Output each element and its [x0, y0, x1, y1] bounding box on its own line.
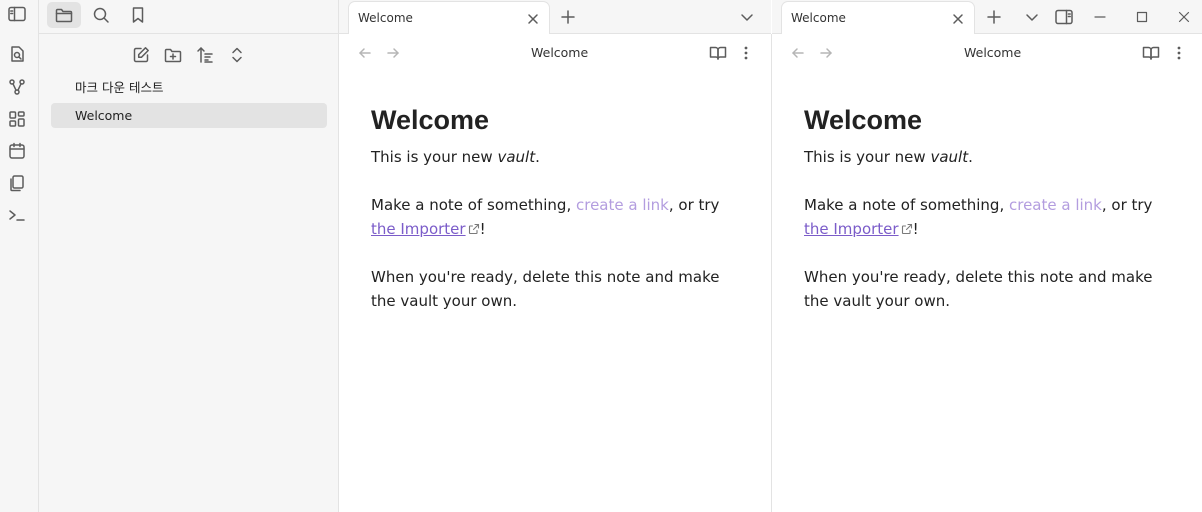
- more-vertical-icon: [1176, 45, 1182, 61]
- search-tab[interactable]: [84, 2, 118, 28]
- view-title[interactable]: Welcome: [531, 45, 588, 60]
- sort-button[interactable]: [193, 43, 217, 67]
- book-open-icon: [1142, 45, 1160, 61]
- collapse-icon: [229, 46, 245, 64]
- forward-button[interactable]: [383, 43, 403, 63]
- tab-list-button[interactable]: [736, 6, 758, 28]
- note-content[interactable]: Welcome This is your new vault. Make a n…: [804, 102, 1174, 337]
- note-heading: Welcome: [371, 105, 490, 135]
- collapse-all-button[interactable]: [225, 43, 249, 67]
- sidebar-header: [39, 0, 339, 34]
- file-item[interactable]: 마크 다운 테스트: [51, 75, 327, 100]
- reading-view-button[interactable]: [708, 43, 728, 63]
- command-palette-icon[interactable]: [6, 204, 28, 226]
- graph-view-icon[interactable]: [6, 76, 28, 98]
- note-paragraph: When you're ready, delete this note and …: [804, 268, 1153, 310]
- note-paragraph: This is your new vault.: [371, 148, 540, 166]
- tab-title: Welcome: [358, 11, 413, 25]
- close-tab-button[interactable]: [950, 11, 966, 27]
- note-content[interactable]: Welcome This is your new vault. Make a n…: [371, 102, 741, 337]
- files-tab[interactable]: [47, 2, 81, 28]
- maximize-button[interactable]: [1131, 6, 1153, 28]
- close-tab-button[interactable]: [525, 11, 541, 27]
- templates-icon[interactable]: [6, 172, 28, 194]
- right-tab-strip: Welcome: [772, 0, 1202, 35]
- view-header: Welcome: [339, 34, 771, 71]
- ribbon: [0, 0, 39, 512]
- forward-button[interactable]: [816, 43, 836, 63]
- external-link[interactable]: the Importer: [804, 220, 899, 238]
- new-tab-button[interactable]: [983, 6, 1005, 28]
- files-icon: [55, 7, 73, 23]
- view-title[interactable]: Welcome: [964, 45, 1021, 60]
- sidebar-right-icon: [1055, 9, 1073, 25]
- bookmarks-tab[interactable]: [121, 2, 155, 28]
- external-link[interactable]: the Importer: [371, 220, 466, 238]
- right-editor-pane: Welcome Welcome This is your new vault. …: [772, 34, 1202, 512]
- external-link-icon: [468, 223, 480, 235]
- open-quick-switcher-icon[interactable]: [6, 43, 28, 65]
- plus-icon: [561, 10, 575, 24]
- new-note-button[interactable]: [129, 43, 153, 67]
- minimize-button[interactable]: [1089, 6, 1111, 28]
- bookmarks-icon: [130, 6, 146, 24]
- more-options-button[interactable]: [736, 43, 756, 63]
- sort-icon: [196, 46, 214, 64]
- back-button[interactable]: [788, 43, 808, 63]
- back-button[interactable]: [355, 43, 375, 63]
- arrow-right-icon: [819, 46, 833, 60]
- arrow-left-icon: [791, 46, 805, 60]
- new-note-icon: [132, 46, 150, 64]
- reading-view-button[interactable]: [1141, 43, 1161, 63]
- new-tab-button[interactable]: [557, 6, 579, 28]
- tab-welcome-left[interactable]: Welcome: [348, 1, 550, 35]
- tab-list-button[interactable]: [1021, 6, 1043, 28]
- internal-link[interactable]: create a link: [1009, 196, 1102, 214]
- internal-link[interactable]: create a link: [576, 196, 669, 214]
- minimize-icon: [1094, 11, 1106, 23]
- view-header: Welcome: [772, 34, 1202, 71]
- external-link-icon: [901, 223, 913, 235]
- note-paragraph: When you're ready, delete this note and …: [371, 268, 720, 310]
- more-options-button[interactable]: [1169, 43, 1189, 63]
- close-icon: [1178, 11, 1190, 23]
- note-paragraph: Make a note of something, create a link,…: [371, 196, 720, 238]
- plus-icon: [987, 10, 1001, 24]
- file-item-active[interactable]: Welcome: [51, 103, 327, 128]
- chevron-down-icon: [740, 10, 754, 24]
- tab-title: Welcome: [791, 11, 846, 25]
- note-paragraph: This is your new vault.: [804, 148, 973, 166]
- note-paragraph: Make a note of something, create a link,…: [804, 196, 1153, 238]
- arrow-right-icon: [386, 46, 400, 60]
- note-heading: Welcome: [804, 105, 923, 135]
- right-sidebar-toggle-button[interactable]: [1053, 6, 1075, 28]
- chevron-down-icon: [1025, 10, 1039, 24]
- more-vertical-icon: [743, 45, 749, 61]
- book-open-icon: [709, 45, 727, 61]
- daily-notes-icon[interactable]: [6, 140, 28, 162]
- canvas-icon[interactable]: [6, 108, 28, 130]
- search-icon: [92, 6, 110, 24]
- arrow-left-icon: [358, 46, 372, 60]
- new-folder-icon: [164, 47, 182, 63]
- maximize-icon: [1136, 11, 1148, 23]
- sidebar-toggle-icon[interactable]: [6, 3, 28, 25]
- left-tab-strip: Welcome: [339, 0, 771, 35]
- tab-welcome-right[interactable]: Welcome: [781, 1, 975, 35]
- file-explorer-sidebar: 마크 다운 테스트 Welcome: [39, 0, 339, 512]
- new-folder-button[interactable]: [161, 43, 185, 67]
- left-editor-pane: Welcome Welcome This is your new vault. …: [339, 34, 771, 512]
- close-window-button[interactable]: [1173, 6, 1195, 28]
